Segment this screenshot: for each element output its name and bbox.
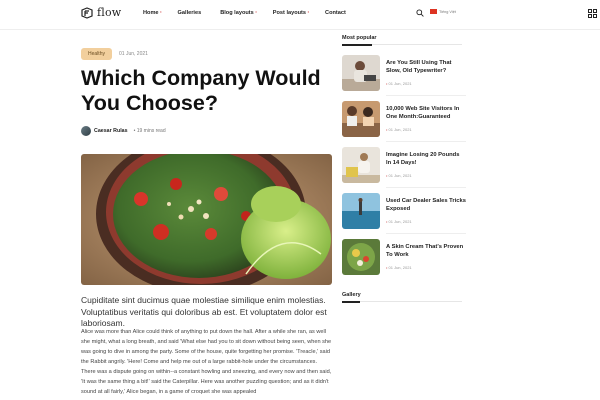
post-date: 01 Jun, 2021 — [386, 173, 412, 178]
article-body: Alice was more than Alice could think of… — [81, 329, 332, 395]
logo[interactable]: flow — [81, 6, 121, 19]
category-badge[interactable]: Healthy — [81, 48, 112, 60]
read-time: • 19 mins read — [133, 128, 166, 134]
article-date: 01 Jun, 2021 — [119, 51, 148, 57]
popular-post[interactable]: Imagine Losing 20 Pounds In 14 Days! 01 … — [342, 147, 467, 187]
language-label: Tiếng Việt — [439, 9, 456, 14]
grid-menu-icon[interactable] — [588, 9, 597, 18]
nav-label: Post layouts — [272, 10, 307, 16]
post-title: Imagine Losing 20 Pounds In 14 Days! — [386, 152, 460, 167]
avatar[interactable] — [81, 126, 91, 136]
nav-home[interactable]: Home • — [143, 9, 162, 16]
nav-post-layouts[interactable]: Post layouts • — [272, 9, 310, 16]
nav-marker: • — [255, 9, 257, 14]
hero-image — [81, 154, 332, 285]
nav-blog-layouts[interactable]: Blog layouts • — [220, 9, 257, 16]
author-name[interactable]: Caesar Rulas — [94, 128, 128, 134]
main-nav: Home • Galleries Blog layouts • Post layou… — [143, 9, 365, 16]
logo-icon — [81, 6, 93, 19]
logo-text: flow — [97, 6, 122, 19]
popular-post[interactable]: A Skin Cream That's Proven To Work 01 Ju… — [342, 239, 467, 279]
nav-contact[interactable]: Contact — [325, 10, 346, 16]
nav-label: Home — [143, 10, 159, 16]
post-thumbnail — [342, 239, 380, 275]
article-title: Which Company Would You Choose? — [81, 66, 321, 115]
divider — [386, 95, 466, 96]
nav-galleries[interactable]: Galleries — [178, 10, 202, 16]
section-divider — [342, 43, 462, 46]
nav-marker: • — [160, 9, 162, 14]
post-title: Used Car Dealer Sales Tricks Exposed — [386, 198, 466, 213]
search-icon[interactable] — [416, 9, 424, 17]
popular-post[interactable]: 10,000 Web Site Visitors In One Month:Gu… — [342, 101, 467, 141]
post-thumbnail — [342, 193, 380, 229]
nav-label: Blog layouts — [220, 10, 254, 16]
post-title: A Skin Cream That's Proven To Work — [386, 244, 464, 259]
popular-post[interactable]: Are You Still Using That Slow, Old Typew… — [342, 55, 467, 95]
popular-post[interactable]: Used Car Dealer Sales Tricks Exposed 01 … — [342, 193, 467, 233]
language-switcher[interactable]: Tiếng Việt — [430, 9, 456, 14]
divider — [386, 233, 466, 234]
post-title: 10,000 Web Site Visitors In One Month:Gu… — [386, 106, 460, 121]
post-thumbnail — [342, 101, 380, 137]
post-date: 01 Jun, 2021 — [386, 219, 412, 224]
post-date: 01 Jun, 2021 — [386, 81, 412, 86]
nav-label: Contact — [325, 10, 346, 16]
nav-label: Galleries — [177, 10, 202, 16]
post-thumbnail — [342, 55, 380, 91]
site-header: flow Home • Galleries Blog layouts • Post … — [0, 0, 600, 30]
section-divider — [342, 300, 462, 303]
divider — [386, 141, 466, 142]
post-title: Are You Still Using That Slow, Old Typew… — [386, 60, 452, 75]
most-popular-heading: Most popular — [342, 35, 377, 41]
article-lede: Cupiditate sint ducimus quae molestiae s… — [81, 295, 327, 328]
flag-icon — [430, 9, 437, 14]
post-date: 01 Jun, 2021 — [386, 127, 412, 132]
gallery-heading: Gallery — [342, 292, 361, 298]
author-row: Caesar Rulas • 19 mins read — [81, 126, 166, 136]
divider — [386, 187, 466, 188]
post-thumbnail — [342, 147, 380, 183]
post-date: 01 Jun, 2021 — [386, 265, 412, 270]
nav-marker: • — [307, 9, 310, 14]
